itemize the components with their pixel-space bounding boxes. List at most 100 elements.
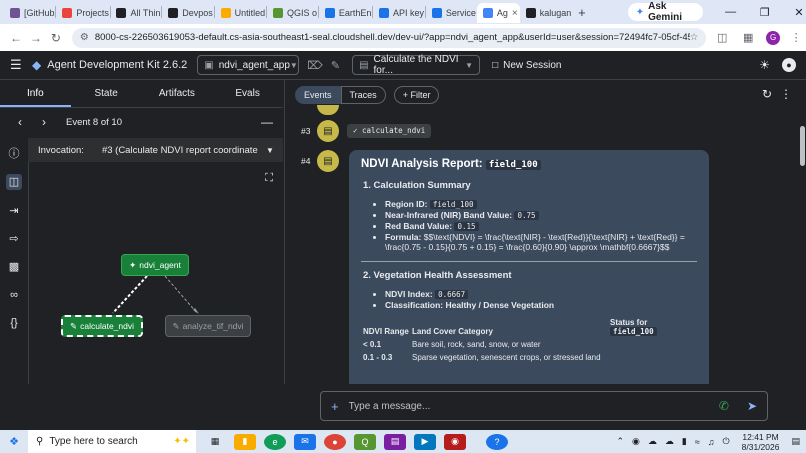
browser-tab[interactable]: Service — [426, 3, 477, 23]
tab-favicon-icon — [324, 8, 335, 18]
power-icon[interactable]: ⏻ — [723, 436, 730, 447]
volume-icon[interactable]: ♫ — [708, 437, 715, 447]
restore-window-icon[interactable]: ❐ — [758, 6, 772, 19]
chevron-up-icon[interactable]: ⌃ — [616, 436, 624, 447]
fullscreen-icon[interactable]: ⛶ — [265, 172, 273, 185]
task-select-value: Calculate the NDVI for... — [373, 54, 459, 76]
edge-root-calc — [112, 275, 148, 314]
session-task-select[interactable]: ▤ Calculate the NDVI for... ▼ — [352, 54, 481, 76]
bot-icon[interactable]: ▤ — [317, 150, 339, 172]
bookmark-star-icon[interactable]: ☆ — [690, 32, 699, 43]
traces-chip[interactable]: Traces — [340, 86, 386, 104]
tab-artifacts[interactable]: Artifacts — [142, 80, 213, 107]
invocation-select[interactable]: Invocation: #3 (Calculate NDVI report co… — [28, 138, 283, 162]
browser-tab[interactable]: Ag × — [476, 3, 520, 23]
graph-view-icon[interactable]: ◫ — [6, 174, 22, 190]
browser-tab[interactable]: Projects — [56, 3, 109, 23]
chevron-left-icon[interactable]: ‹ — [12, 115, 28, 129]
file-explorer-icon[interactable]: ▮ — [234, 433, 256, 450]
add-attachment-icon[interactable]: + — [331, 399, 339, 414]
wifi-icon[interactable]: ≈ — [695, 437, 700, 447]
browser-tab-label: Service — [445, 8, 476, 18]
graph-node-analyze-tif-ndvi[interactable]: ✎ analyze_tif_ndvi — [165, 315, 251, 337]
tray-app-icon[interactable]: ☁ — [665, 436, 674, 447]
tab-favicon-icon — [10, 8, 20, 18]
browser-tab[interactable]: kalugan — [520, 3, 572, 23]
qgis-icon[interactable]: Q — [354, 433, 376, 450]
new-session-button[interactable]: □ New Session — [486, 55, 572, 75]
send-icon[interactable]: ➤ — [747, 399, 757, 413]
menu-icon[interactable]: ☰ — [10, 57, 26, 73]
forward-icon[interactable]: → — [26, 31, 46, 45]
graph-node-calculate-ndvi[interactable]: ✎ calculate_ndvi — [61, 315, 143, 337]
recorder-icon[interactable]: ◉ — [444, 433, 466, 450]
site-info-icon[interactable]: ⚙ — [80, 32, 89, 43]
media-app-icon[interactable]: ▶ — [414, 433, 436, 450]
filter-chip[interactable]: + Filter — [393, 86, 440, 104]
taskbar-search[interactable]: ⚲ Type here to search ✦✦ — [28, 430, 196, 453]
new-tab-button[interactable]: + — [578, 5, 586, 20]
app-icon[interactable]: ▤ — [384, 433, 406, 450]
browser-menu-icon[interactable]: ⋮ — [786, 31, 806, 44]
close-window-icon[interactable]: ✕ — [792, 6, 806, 19]
list-item: Formula: $$\text{NDVI} = \frac{\text{NIR… — [385, 232, 697, 252]
function-call-chip[interactable]: ✓ calculate_ndvi — [347, 124, 432, 138]
browser-tab[interactable]: EarthEn — [319, 3, 372, 23]
message-input[interactable]: + Type a message... ✆ ➤ — [320, 391, 768, 421]
graph-node-ndvi-agent[interactable]: ✦ ndvi_agent — [121, 254, 189, 276]
minimize-window-icon[interactable]: — — [723, 6, 737, 18]
notifications-icon[interactable]: ▤ — [791, 436, 800, 447]
scrollbar[interactable] — [798, 114, 806, 384]
minimize-icon[interactable]: — — [261, 115, 273, 129]
more-vert-icon[interactable]: ⋮ — [780, 87, 792, 101]
browser-tab[interactable]: Untitled — [215, 3, 266, 23]
task-view-icon[interactable]: ▦ — [204, 434, 226, 450]
address-bar[interactable]: ⚙ 8000-cs-226503619053-default.cs-asia-s… — [71, 27, 707, 48]
browser-tab[interactable]: All Thin — [110, 3, 161, 23]
tab-info[interactable]: Info — [0, 80, 71, 107]
help-icon[interactable]: ? — [486, 433, 508, 450]
info-icon[interactable]: ⓘ — [6, 146, 22, 162]
table-cell: 0.1 - 0.3 — [363, 353, 393, 362]
battery-icon[interactable]: ▮ — [682, 436, 687, 447]
profile-avatar[interactable]: G — [766, 30, 781, 45]
tab-evals[interactable]: Evals — [212, 80, 283, 107]
graph-icon[interactable]: ⌦ — [307, 59, 323, 72]
outlook-icon[interactable]: ✉ — [294, 433, 316, 450]
browser-tab[interactable]: [GitHub — [4, 3, 55, 23]
chart-icon[interactable]: ▩ — [6, 259, 22, 275]
side-panel-icon[interactable]: ▦ — [738, 31, 758, 44]
back-icon[interactable]: ← — [6, 31, 26, 45]
call-icon[interactable]: ✆ — [719, 399, 729, 413]
chrome-icon[interactable]: ● — [324, 433, 346, 450]
bot-icon[interactable]: ▤ — [317, 120, 339, 142]
refresh-icon[interactable]: ↻ — [762, 87, 772, 101]
input-icon[interactable]: ⇥ — [6, 203, 22, 219]
link-icon[interactable]: ∞ — [6, 287, 22, 303]
reload-icon[interactable]: ↻ — [46, 31, 66, 45]
app-header: ☰ ◆ Agent Development Kit 2.6.2 ▣ ndvi_a… — [0, 51, 806, 80]
code-braces-icon[interactable]: {} — [6, 315, 22, 331]
url-text: 8000-cs-226503619053-default.cs-asia-sou… — [94, 32, 690, 43]
edit-icon[interactable]: ✎ — [331, 59, 340, 72]
edge-browser-icon[interactable]: e — [264, 433, 286, 450]
table-cell: Bare soil, rock, sand, snow, or water — [412, 340, 541, 349]
theme-toggle-icon[interactable]: ☀ — [759, 58, 770, 72]
tray-app-icon[interactable]: ☁ — [648, 436, 657, 447]
events-chip[interactable]: Events — [295, 86, 341, 104]
tray-app-icon[interactable]: ◉ — [632, 436, 640, 447]
tab-state[interactable]: State — [71, 80, 142, 107]
browser-tab[interactable]: API key — [373, 3, 425, 23]
agent-select[interactable]: ▣ ndvi_agent_app ▼ — [197, 55, 300, 75]
extensions-icon[interactable]: ◫ — [712, 31, 732, 44]
close-tab-icon[interactable]: × — [512, 8, 518, 19]
browser-tab[interactable]: QGIS o — [267, 3, 318, 23]
windows-start-icon[interactable]: ❖ — [0, 435, 28, 448]
browser-tab[interactable]: Devpos — [162, 3, 213, 23]
clock[interactable]: 12:41 PM 8/31/2026 — [742, 432, 780, 452]
output-icon[interactable]: ⇨ — [6, 231, 22, 247]
scrollbar-thumb[interactable] — [800, 126, 805, 166]
account-icon[interactable]: ● — [782, 58, 796, 72]
ask-gemini-button[interactable]: ✦ Ask Gemini — [627, 1, 704, 23]
chevron-right-icon[interactable]: › — [36, 115, 52, 129]
